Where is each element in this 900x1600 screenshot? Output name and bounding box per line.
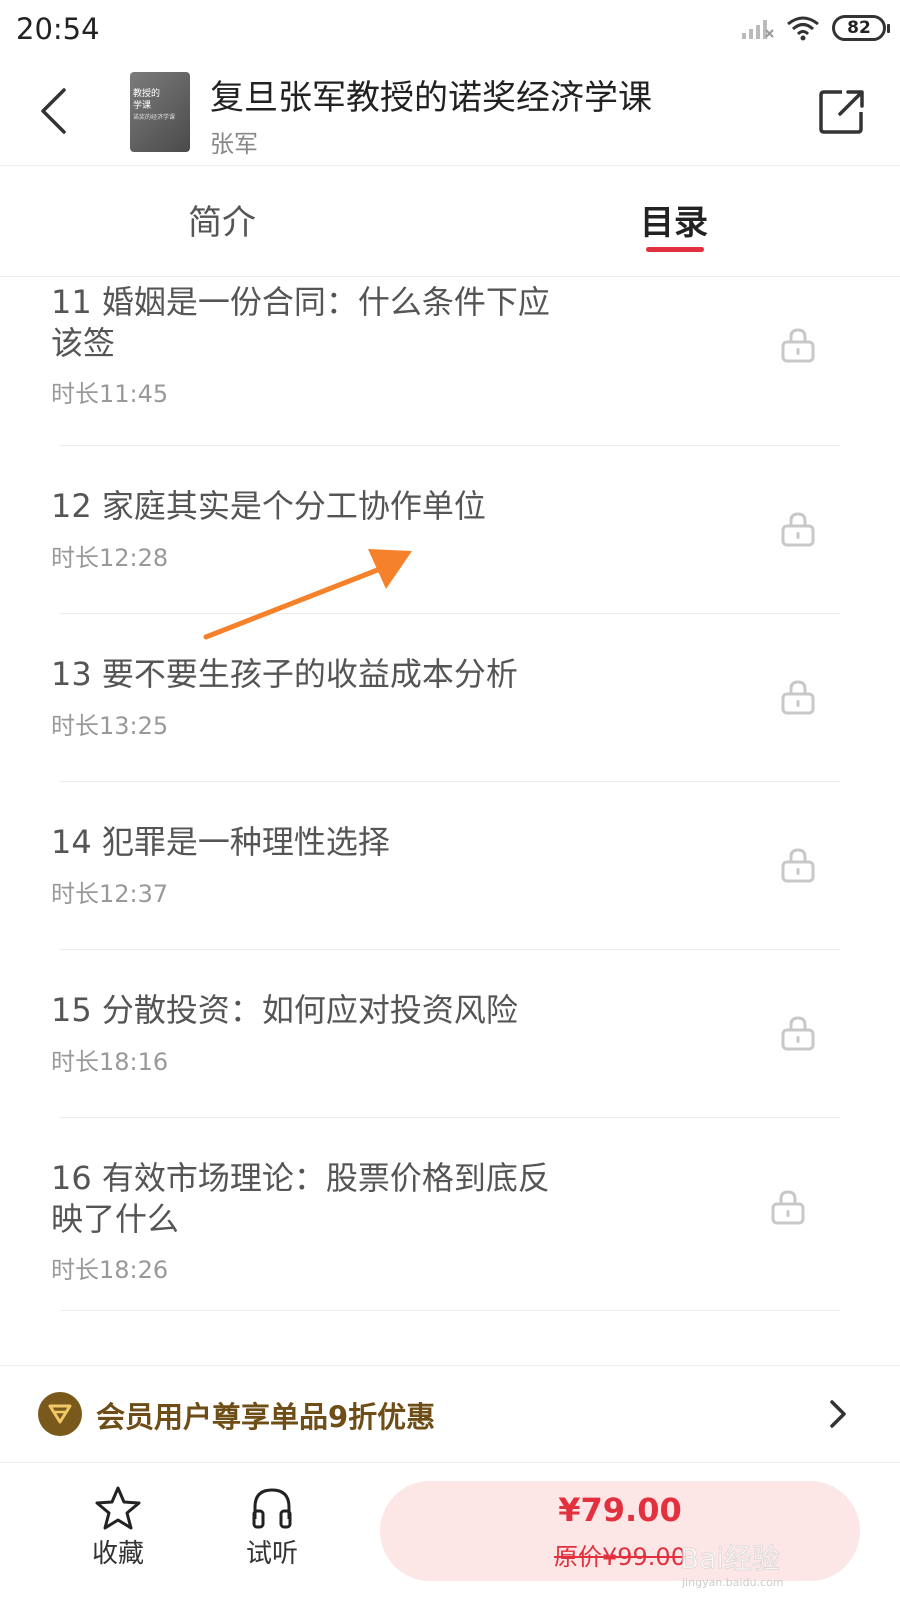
status-icons: 82: [740, 14, 890, 42]
chapter-title: 16 有效市场理论：股票价格到底反映了什么: [51, 1159, 550, 1238]
headphones-icon: [252, 1488, 292, 1529]
status-time: 20:54: [16, 12, 100, 46]
favorite-label: 收藏: [91, 1539, 144, 1569]
chevron-right-icon: [830, 1400, 846, 1428]
svg-text:Bai经验: Bai经验: [680, 1542, 780, 1575]
chapter-duration: 时长13:25: [51, 712, 169, 740]
lock-icon: [781, 328, 815, 363]
vip-diamond-icon: [38, 1392, 82, 1436]
star-icon: [95, 1486, 141, 1530]
chapter-item[interactable]: 14 犯罪是一种理性选择 时长12:37: [0, 782, 900, 950]
header: 教授的 学课 诺奖的经济学课 复旦张军教授的诺奖经济学课 张军: [0, 62, 900, 166]
back-arrow-icon: [41, 88, 66, 134]
lock-icon: [781, 1016, 815, 1051]
annotation-arrow-icon: [203, 549, 412, 640]
signal-icon: [742, 20, 774, 39]
share-icon: [819, 90, 864, 134]
chapter-duration: 时长18:26: [51, 1256, 169, 1284]
chapter-item[interactable]: 15 分散投资：如何应对投资风险 时长18:16: [0, 950, 900, 1118]
divider: [60, 1310, 840, 1311]
lock-icon: [781, 680, 815, 715]
chapter-title: 12 家庭其实是个分工协作单位: [51, 487, 486, 525]
chapter-duration: 时长12:28: [51, 544, 169, 572]
chapter-item[interactable]: 11 婚姻是一份合同：什么条件下应该签 时长11:45: [0, 278, 900, 446]
cover-text: 诺奖的经济学课: [133, 114, 176, 121]
chapter-title: 15 分散投资：如何应对投资风险: [51, 991, 518, 1029]
sale-price: ¥79.00: [558, 1491, 682, 1529]
chapter-duration: 时长12:37: [51, 880, 169, 908]
cover-text: 教授的: [133, 89, 161, 99]
trial-listen-label: 试听: [245, 1539, 298, 1569]
cover-text: 学课: [133, 101, 152, 111]
battery-indicator: 82: [832, 15, 890, 41]
status-bar: 20:54 82: [0, 0, 900, 62]
chapter-item[interactable]: 12 家庭其实是个分工协作单位 时长12:28: [0, 446, 900, 614]
member-discount-banner[interactable]: 会员用户尊享单品9折优惠: [0, 1365, 900, 1461]
member-discount-text: 会员用户尊享单品9折优惠: [96, 1400, 436, 1434]
chapter-duration: 时长11:45: [51, 380, 169, 408]
favorite-button[interactable]: 收藏: [73, 1485, 163, 1570]
chapter-item[interactable]: 13 要不要生孩子的收益成本分析 时长13:25: [0, 614, 900, 782]
bottom-action-bar: 收藏 试听 ¥79.00 原价¥99.00 Bai经验 jingyan.baid…: [0, 1462, 900, 1600]
trial-listen-button[interactable]: 试听: [227, 1485, 317, 1570]
active-tab-indicator: [646, 247, 704, 252]
tab-catalog[interactable]: 目录: [640, 195, 708, 244]
chapter-title: 11 婚姻是一份合同：什么条件下应该签: [51, 283, 550, 362]
tab-bar: 简介 目录: [0, 167, 900, 277]
share-button[interactable]: [816, 86, 868, 138]
lock-icon: [771, 1190, 805, 1225]
chapter-list[interactable]: 11 婚姻是一份合同：什么条件下应该签 时长11:45 12 家庭其实是个分工协…: [0, 278, 900, 1364]
chapter-duration: 时长18:16: [51, 1048, 169, 1076]
wifi-icon: [787, 16, 819, 41]
chapter-title: 13 要不要生孩子的收益成本分析: [51, 655, 518, 693]
svg-text:jingyan.baidu.com: jingyan.baidu.com: [681, 1576, 784, 1589]
watermark-logo-icon: Bai经验 jingyan.baidu.com: [680, 1542, 784, 1590]
back-button[interactable]: [28, 80, 78, 142]
course-title: 复旦张军教授的诺奖经济学课: [210, 78, 652, 118]
chapter-title: 14 犯罪是一种理性选择: [51, 823, 390, 861]
course-author: 张军: [210, 130, 258, 158]
lock-icon: [781, 848, 815, 883]
tab-intro[interactable]: 简介: [188, 195, 256, 244]
course-cover[interactable]: 教授的 学课 诺奖的经济学课: [130, 72, 190, 152]
lock-icon: [781, 512, 815, 547]
chapter-item[interactable]: 16 有效市场理论：股票价格到底反映了什么 时长18:26: [0, 1118, 900, 1328]
